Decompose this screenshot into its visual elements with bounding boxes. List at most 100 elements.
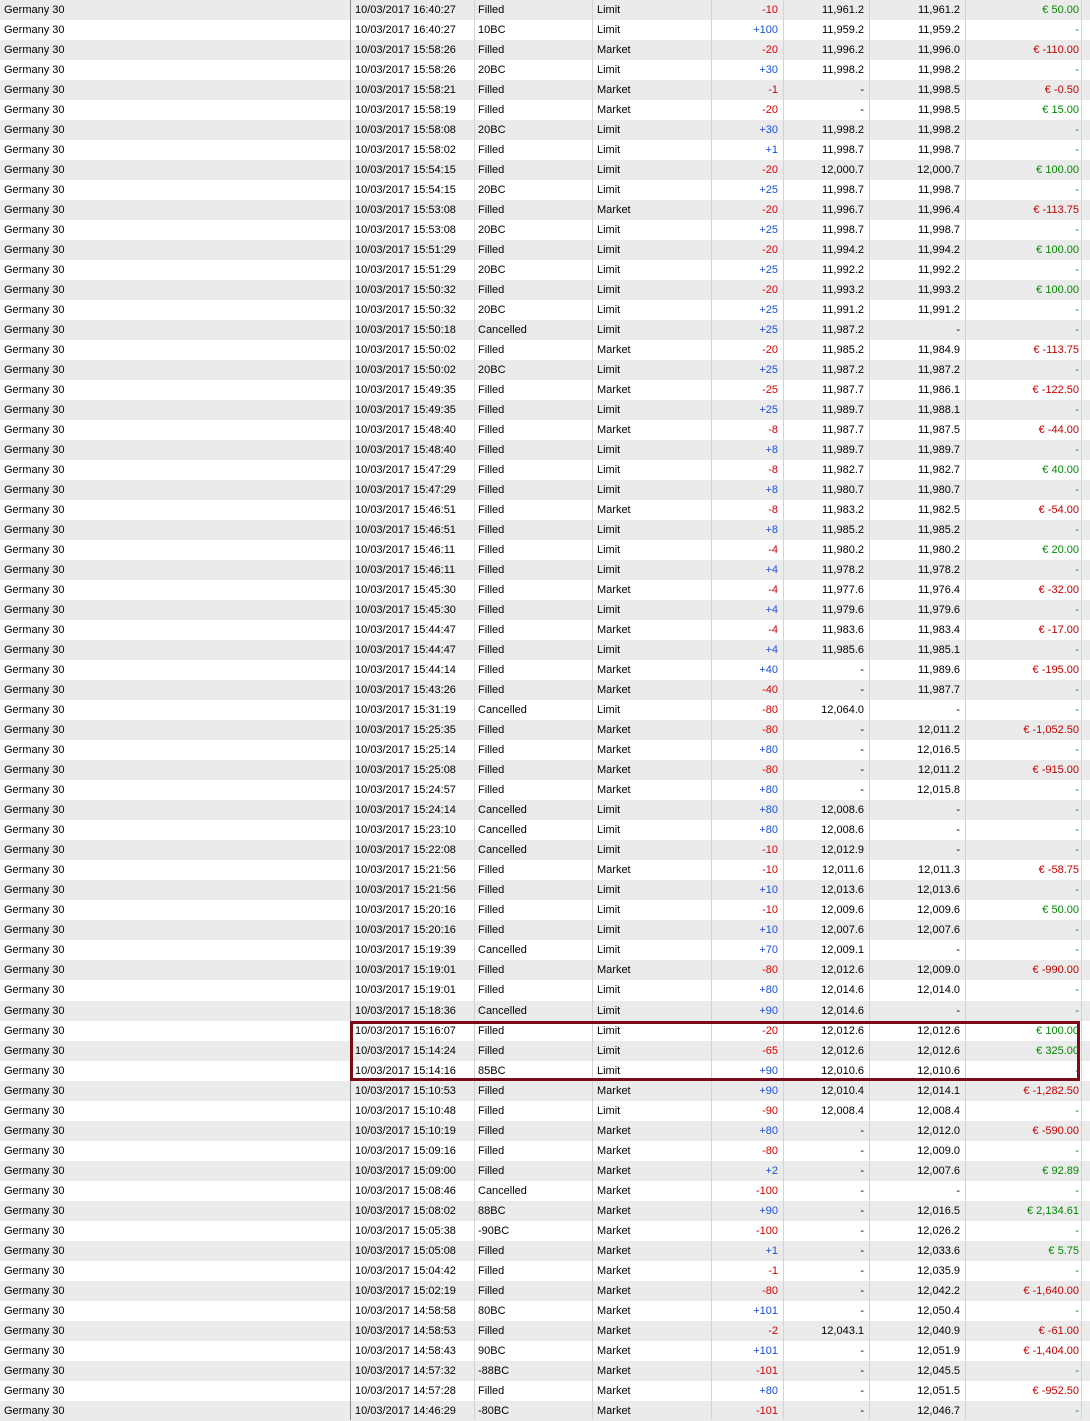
status-cell: Filled xyxy=(478,1325,505,1337)
order-price-cell: 11,989.7 xyxy=(821,404,864,416)
table-row[interactable]: Germany 30 10/03/2017 15:24:14 Cancelled Li… xyxy=(0,800,1090,820)
market-cell: Germany 30 xyxy=(4,204,65,216)
table-row[interactable]: Germany 30 10/03/2017 15:45:30 Filled Limit… xyxy=(0,600,1090,620)
fill-price-cell: 12,012.6 xyxy=(917,1045,960,1057)
table-row[interactable]: Germany 30 10/03/2017 15:09:16 Filled Marke… xyxy=(0,1141,1090,1161)
table-row[interactable]: Germany 30 10/03/2017 14:57:28 Filled Marke… xyxy=(0,1381,1090,1401)
table-row[interactable]: Germany 30 10/03/2017 15:31:19 Cancelled Li… xyxy=(0,700,1090,720)
table-row[interactable]: Germany 30 10/03/2017 15:58:19 Filled Marke… xyxy=(0,100,1090,120)
status-cell: Filled xyxy=(478,764,505,776)
table-row[interactable]: Germany 30 10/03/2017 15:54:15 Filled Limit… xyxy=(0,160,1090,180)
table-row[interactable]: Germany 30 10/03/2017 15:19:39 Cancelled Li… xyxy=(0,940,1090,960)
table-row[interactable]: Germany 30 10/03/2017 14:57:32 -88BC Market… xyxy=(0,1361,1090,1381)
table-row[interactable]: Germany 30 10/03/2017 15:50:02 Filled Marke… xyxy=(0,340,1090,360)
table-row[interactable]: Germany 30 10/03/2017 15:25:35 Filled Marke… xyxy=(0,720,1090,740)
time-cell: 10/03/2017 16:40:27 xyxy=(355,4,456,16)
time-cell: 10/03/2017 15:50:32 xyxy=(355,304,456,316)
profit-loss-cell: € 100.00 xyxy=(1036,244,1079,256)
table-row[interactable]: Germany 30 10/03/2017 15:50:02 20BC Limit +2… xyxy=(0,360,1090,380)
table-row[interactable]: Germany 30 10/03/2017 15:47:29 Filled Limit… xyxy=(0,460,1090,480)
table-row[interactable]: Germany 30 10/03/2017 14:46:29 -80BC Market… xyxy=(0,1401,1090,1421)
table-row[interactable]: Germany 30 10/03/2017 15:46:11 Filled Limit… xyxy=(0,540,1090,560)
order-price-cell: 11,989.7 xyxy=(821,444,864,456)
market-cell: Germany 30 xyxy=(4,1125,65,1137)
table-row[interactable]: Germany 30 10/03/2017 15:43:26 Filled Marke… xyxy=(0,680,1090,700)
quantity-cell: -8 xyxy=(768,424,778,436)
table-row[interactable]: Germany 30 10/03/2017 15:58:21 Filled Marke… xyxy=(0,80,1090,100)
table-row[interactable]: Germany 30 10/03/2017 15:18:36 Cancelled Li… xyxy=(0,1001,1090,1021)
table-row[interactable]: Germany 30 10/03/2017 15:50:18 Cancelled Li… xyxy=(0,320,1090,340)
order-price-cell: - xyxy=(860,104,864,116)
fill-price-cell: 11,976.4 xyxy=(917,584,960,596)
table-row[interactable]: Germany 30 10/03/2017 15:48:40 Filled Marke… xyxy=(0,420,1090,440)
table-row[interactable]: Germany 30 10/03/2017 15:25:14 Filled Marke… xyxy=(0,740,1090,760)
table-row[interactable]: Germany 30 10/03/2017 15:14:16 85BC Limit +9… xyxy=(0,1061,1090,1081)
market-cell: Germany 30 xyxy=(4,624,65,636)
table-row[interactable]: Germany 30 10/03/2017 15:25:08 Filled Marke… xyxy=(0,760,1090,780)
table-row[interactable]: Germany 30 10/03/2017 15:58:02 Filled Limit… xyxy=(0,140,1090,160)
fill-price-cell: 11,985.2 xyxy=(917,524,960,536)
table-row[interactable]: Germany 30 10/03/2017 15:05:08 Filled Marke… xyxy=(0,1241,1090,1261)
status-cell: Cancelled xyxy=(478,804,527,816)
table-row[interactable]: Germany 30 10/03/2017 15:50:32 20BC Limit +2… xyxy=(0,300,1090,320)
table-row[interactable]: Germany 30 10/03/2017 15:44:14 Filled Marke… xyxy=(0,660,1090,680)
table-row[interactable]: Germany 30 10/03/2017 15:10:48 Filled Limit… xyxy=(0,1101,1090,1121)
table-row[interactable]: Germany 30 10/03/2017 15:10:53 Filled Marke… xyxy=(0,1081,1090,1101)
table-row[interactable]: Germany 30 10/03/2017 15:44:47 Filled Limit… xyxy=(0,640,1090,660)
order-price-cell: 11,978.2 xyxy=(821,564,864,576)
table-row[interactable]: Germany 30 10/03/2017 15:20:16 Filled Limit… xyxy=(0,900,1090,920)
fill-price-cell: 11,996.4 xyxy=(917,204,960,216)
table-row[interactable]: Germany 30 10/03/2017 14:58:53 Filled Marke… xyxy=(0,1321,1090,1341)
table-row[interactable]: Germany 30 10/03/2017 15:16:07 Filled Limit… xyxy=(0,1021,1090,1041)
order-type-cell: Limit xyxy=(597,464,621,476)
quantity-cell: -10 xyxy=(762,904,778,916)
table-row[interactable]: Germany 30 10/03/2017 15:46:51 Filled Marke… xyxy=(0,500,1090,520)
table-row[interactable]: Germany 30 10/03/2017 15:53:08 Filled Marke… xyxy=(0,200,1090,220)
table-row[interactable]: Germany 30 10/03/2017 15:21:56 Filled Limit… xyxy=(0,880,1090,900)
table-row[interactable]: Germany 30 10/03/2017 15:47:29 Filled Limit… xyxy=(0,480,1090,500)
table-row[interactable]: Germany 30 10/03/2017 15:22:08 Cancelled Li… xyxy=(0,840,1090,860)
table-row[interactable]: Germany 30 10/03/2017 15:10:19 Filled Marke… xyxy=(0,1121,1090,1141)
table-row[interactable]: Germany 30 10/03/2017 15:23:10 Cancelled Li… xyxy=(0,820,1090,840)
table-row[interactable]: Germany 30 10/03/2017 15:46:11 Filled Limit… xyxy=(0,560,1090,580)
table-row[interactable]: Germany 30 10/03/2017 15:14:24 Filled Limit… xyxy=(0,1041,1090,1061)
table-row[interactable]: Germany 30 10/03/2017 15:51:29 20BC Limit +2… xyxy=(0,260,1090,280)
fill-price-cell: 12,014.1 xyxy=(917,1085,960,1097)
table-row[interactable]: Germany 30 10/03/2017 15:09:00 Filled Marke… xyxy=(0,1161,1090,1181)
table-row[interactable]: Germany 30 10/03/2017 15:19:01 Filled Marke… xyxy=(0,960,1090,980)
table-row[interactable]: Germany 30 10/03/2017 15:58:26 Filled Marke… xyxy=(0,40,1090,60)
profit-loss-cell: - xyxy=(1075,264,1079,276)
fill-price-cell: 11,998.2 xyxy=(917,124,960,136)
table-row[interactable]: Germany 30 10/03/2017 15:49:35 Filled Marke… xyxy=(0,380,1090,400)
table-row[interactable]: Germany 30 10/03/2017 15:48:40 Filled Limit… xyxy=(0,440,1090,460)
table-row[interactable]: Germany 30 10/03/2017 15:45:30 Filled Marke… xyxy=(0,580,1090,600)
table-row[interactable]: Germany 30 10/03/2017 15:44:47 Filled Marke… xyxy=(0,620,1090,640)
table-row[interactable]: Germany 30 10/03/2017 16:40:27 Filled Limit… xyxy=(0,0,1090,20)
table-row[interactable]: Germany 30 10/03/2017 15:46:51 Filled Limit… xyxy=(0,520,1090,540)
market-cell: Germany 30 xyxy=(4,564,65,576)
time-cell: 10/03/2017 15:49:35 xyxy=(355,384,456,396)
table-row[interactable]: Germany 30 10/03/2017 15:50:32 Filled Limit… xyxy=(0,280,1090,300)
profit-loss-cell: - xyxy=(1075,1305,1079,1317)
table-row[interactable]: Germany 30 10/03/2017 15:05:38 -90BC Market… xyxy=(0,1221,1090,1241)
table-row[interactable]: Germany 30 10/03/2017 16:40:27 10BC Limit +1… xyxy=(0,20,1090,40)
table-row[interactable]: Germany 30 10/03/2017 15:08:02 88BC Market +… xyxy=(0,1201,1090,1221)
table-row[interactable]: Germany 30 10/03/2017 14:58:43 90BC Market +… xyxy=(0,1341,1090,1361)
table-row[interactable]: Germany 30 10/03/2017 15:19:01 Filled Limit… xyxy=(0,980,1090,1000)
fill-price-cell: - xyxy=(956,944,960,956)
table-row[interactable]: Germany 30 10/03/2017 15:24:57 Filled Marke… xyxy=(0,780,1090,800)
table-row[interactable]: Germany 30 10/03/2017 15:02:19 Filled Marke… xyxy=(0,1281,1090,1301)
table-row[interactable]: Germany 30 10/03/2017 15:04:42 Filled Marke… xyxy=(0,1261,1090,1281)
table-row[interactable]: Germany 30 10/03/2017 15:21:56 Filled Marke… xyxy=(0,860,1090,880)
table-row[interactable]: Germany 30 10/03/2017 15:53:08 20BC Limit +2… xyxy=(0,220,1090,240)
profit-loss-cell: - xyxy=(1075,404,1079,416)
table-row[interactable]: Germany 30 10/03/2017 15:58:26 20BC Limit +3… xyxy=(0,60,1090,80)
table-row[interactable]: Germany 30 10/03/2017 15:58:08 20BC Limit +3… xyxy=(0,120,1090,140)
table-row[interactable]: Germany 30 10/03/2017 15:49:35 Filled Limit… xyxy=(0,400,1090,420)
table-row[interactable]: Germany 30 10/03/2017 15:54:15 20BC Limit +2… xyxy=(0,180,1090,200)
order-price-cell: - xyxy=(860,1305,864,1317)
table-row[interactable]: Germany 30 10/03/2017 15:51:29 Filled Limit… xyxy=(0,240,1090,260)
table-row[interactable]: Germany 30 10/03/2017 15:08:46 Cancelled Ma… xyxy=(0,1181,1090,1201)
table-row[interactable]: Germany 30 10/03/2017 15:20:16 Filled Limit… xyxy=(0,920,1090,940)
table-row[interactable]: Germany 30 10/03/2017 14:58:58 80BC Market +… xyxy=(0,1301,1090,1321)
